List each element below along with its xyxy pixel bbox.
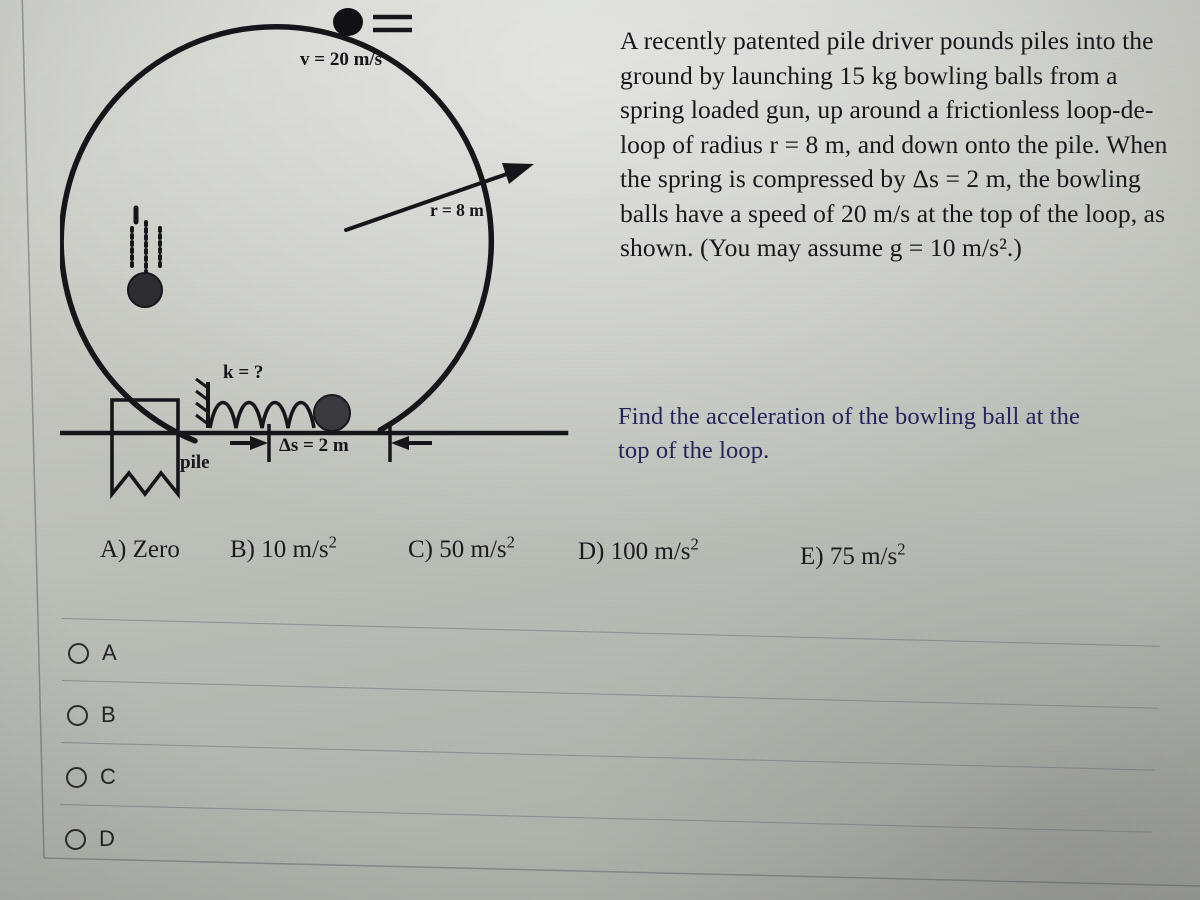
option-divider-3	[60, 742, 1155, 771]
option-label-a: A	[102, 640, 117, 665]
radius-label: r = 8 m	[430, 200, 484, 220]
falling-ball-group	[127, 205, 163, 308]
inline-choice-d: D) 100 m/s2	[578, 534, 699, 565]
inline-choice-b-exponent: 2	[328, 532, 337, 552]
problem-statement: A recently patented pile driver pounds p…	[620, 26, 1168, 262]
spring-coil	[208, 400, 316, 429]
velocity-label: v = 20 m/s	[300, 49, 382, 70]
radio-button-c[interactable]	[66, 766, 87, 788]
inline-choices: A) Zero B) 10 m/s2 C) 50 m/s2 D) 100 m/s…	[0, 532, 1000, 576]
option-row-d[interactable]: D	[65, 826, 115, 852]
option-divider-1	[61, 618, 1160, 647]
answer-options-list: A B C D	[0, 600, 1200, 900]
velocity-arrow-icon	[373, 14, 412, 33]
ball-at-top	[333, 8, 363, 36]
pile-group: pile	[110, 398, 210, 500]
option-row-a[interactable]: A	[68, 640, 117, 666]
compression-label: Δs = 2 m	[279, 435, 349, 456]
option-label-b: B	[101, 702, 116, 727]
inline-choice-c: C) 50 m/s2	[408, 532, 515, 563]
option-label-d: D	[99, 826, 115, 851]
option-row-c[interactable]: C	[66, 764, 116, 790]
radio-button-b[interactable]	[67, 704, 88, 726]
loop-de-loop-diagram: v = 20 m/s r = 8 m k = ? pile Δs = 2 m	[60, 8, 569, 500]
problem-question: Find the acceleration of the bowling bal…	[618, 403, 1080, 464]
option-label-c: C	[100, 764, 116, 789]
spring-gun: k = ?	[195, 362, 351, 432]
option-divider-2	[61, 680, 1158, 709]
pile-label: pile	[180, 452, 210, 473]
radio-button-a[interactable]	[68, 642, 89, 664]
spring-constant-label: k = ?	[223, 362, 263, 383]
inline-choice-b: B) 10 m/s2	[230, 532, 337, 563]
option-row-b[interactable]: B	[67, 702, 116, 728]
inline-choice-a: A) Zero	[100, 536, 180, 563]
radio-button-d[interactable]	[65, 828, 86, 850]
inline-choice-c-exponent: 2	[506, 532, 515, 552]
inline-choice-e-exponent: 2	[897, 539, 906, 559]
inline-choice-d-exponent: 2	[690, 534, 699, 554]
option-divider-4	[59, 804, 1152, 833]
inline-choice-e: E) 75 m/s2	[800, 539, 906, 570]
